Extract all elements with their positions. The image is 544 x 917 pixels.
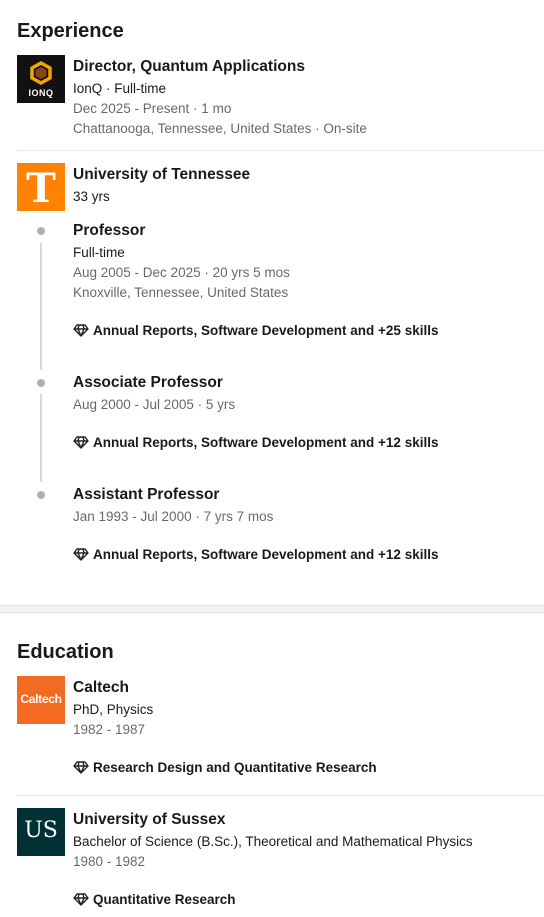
section-separator (0, 605, 544, 613)
experience-section: Experience IONQ Director, Quantum Applic… (0, 0, 544, 610)
role-assistant-title[interactable]: Assistant Professor (73, 486, 219, 504)
role-associate-title[interactable]: Associate Professor (73, 374, 223, 392)
skills-text: Quantitative Research (93, 891, 236, 907)
diamond-icon (73, 893, 89, 906)
sussex-logo-text: US (24, 818, 58, 843)
skills-text: Research Design and Quantitative Researc… (93, 759, 377, 775)
ionq-logo-text: IONQ (28, 88, 54, 98)
role-professor-dates: Aug 2005 - Dec 2025 · 20 yrs 5 mos (73, 265, 290, 280)
role-assistant-dates: Jan 1993 - Jul 2000 · 7 yrs 7 mos (73, 509, 274, 524)
education-title: Education (17, 641, 114, 663)
role-professor-location: Knoxville, Tennessee, United States (73, 285, 289, 300)
skills-text: Annual Reports, Software Development and… (93, 434, 439, 450)
diamond-icon (73, 548, 89, 561)
timeline-dot (37, 491, 45, 499)
caltech-skills[interactable]: Research Design and Quantitative Researc… (73, 759, 377, 775)
skills-text: Annual Reports, Software Development and… (93, 322, 439, 338)
ionq-company: IonQ · Full-time (73, 81, 167, 96)
sussex-skills[interactable]: Quantitative Research (73, 891, 236, 907)
role-professor-type: Full-time (73, 245, 125, 260)
sussex-logo[interactable]: US (17, 808, 65, 856)
utk-name[interactable]: University of Tennessee (73, 166, 250, 184)
caltech-school[interactable]: Caltech (73, 679, 129, 697)
role-associate-skills[interactable]: Annual Reports, Software Development and… (73, 434, 438, 450)
experience-title: Experience (17, 20, 124, 42)
caltech-logo-text: Caltech (20, 692, 62, 706)
utk-logo[interactable]: T (17, 163, 65, 212)
timeline-dot (37, 379, 45, 387)
utk-logo-letter: T (26, 165, 56, 212)
ionq-location: Chattanooga, Tennessee, United States · … (73, 121, 367, 136)
caltech-logo[interactable]: Caltech (17, 676, 65, 724)
diamond-icon (73, 761, 89, 774)
divider (17, 150, 544, 151)
role-professor-title[interactable]: Professor (73, 222, 145, 240)
sussex-degree: Bachelor of Science (B.Sc.), Theoretical… (73, 834, 473, 849)
ionq-dates: Dec 2025 - Present · 1 mo (73, 101, 232, 116)
utk-duration: 33 yrs (73, 189, 110, 204)
sussex-school[interactable]: University of Sussex (73, 811, 225, 829)
ionq-role-title[interactable]: Director, Quantum Applications (73, 58, 305, 76)
divider (17, 795, 544, 796)
role-professor-skills[interactable]: Annual Reports, Software Development and… (73, 322, 438, 338)
timeline-line (40, 394, 42, 482)
diamond-icon (73, 436, 89, 449)
role-assistant-skills[interactable]: Annual Reports, Software Development and… (73, 546, 438, 562)
skills-text: Annual Reports, Software Development and… (93, 546, 439, 562)
ionq-logo[interactable]: IONQ (17, 55, 65, 103)
diamond-icon (73, 324, 89, 337)
timeline-line (40, 243, 42, 370)
sussex-dates: 1980 - 1982 (73, 854, 146, 869)
education-section: Education Caltech Caltech PhD, Physics 1… (0, 614, 544, 917)
role-associate-dates: Aug 2000 - Jul 2005 · 5 yrs (73, 397, 236, 412)
timeline-dot (37, 227, 45, 235)
caltech-dates: 1982 - 1987 (73, 722, 146, 737)
caltech-degree: PhD, Physics (73, 702, 154, 717)
